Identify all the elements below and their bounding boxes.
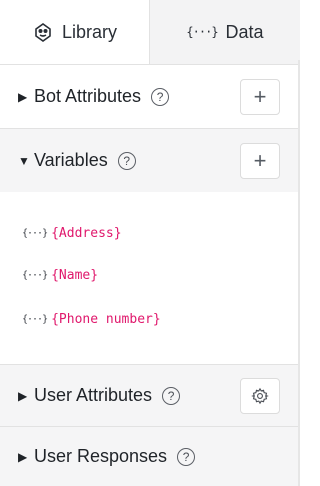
variable-name: {Name}	[51, 268, 99, 283]
variable-name: {Address}	[51, 226, 122, 241]
help-icon[interactable]: ?	[162, 386, 181, 405]
user-responses-section[interactable]: ▶ User Responses ?	[0, 426, 298, 486]
robot-head-icon	[32, 21, 54, 43]
dots-braces-icon: {···}	[186, 25, 218, 39]
tab-data[interactable]: {···} Data	[150, 0, 300, 64]
variables-section[interactable]: ▼ Variables ? +	[0, 128, 298, 192]
list-item[interactable]: {···} {Name}	[22, 268, 98, 283]
variables-title: Variables	[34, 150, 108, 170]
list-item[interactable]: {···} {Address}	[22, 226, 122, 241]
data-panel: Library {···} Data ▶ Bot Attributes ? + …	[0, 0, 300, 486]
tab-library-label: Library	[61, 21, 118, 42]
dots-braces-icon: {···}	[22, 270, 48, 281]
gear-icon	[251, 387, 269, 405]
help-icon[interactable]: ?	[151, 87, 170, 106]
add-variable-button[interactable]: +	[240, 143, 280, 179]
plus-icon: +	[253, 148, 267, 173]
list-item[interactable]: {···} {Phone number}	[22, 312, 161, 327]
caret-right-icon: ▶	[18, 89, 28, 104]
dots-braces-icon: {···}	[22, 228, 48, 239]
user-attributes-title: User Attributes	[34, 385, 153, 405]
variable-name: {Phone number}	[51, 312, 161, 327]
help-icon[interactable]: ?	[177, 447, 196, 466]
user-attributes-settings-button[interactable]	[240, 378, 280, 414]
add-bot-attribute-button[interactable]: +	[240, 79, 280, 115]
plus-icon: +	[253, 84, 267, 109]
caret-right-icon: ▶	[18, 388, 28, 403]
tab-library[interactable]: Library	[0, 0, 150, 64]
tab-data-label: Data	[225, 21, 264, 42]
caret-right-icon: ▶	[18, 449, 28, 464]
panel-divider	[298, 60, 300, 486]
user-responses-title: User Responses	[34, 446, 168, 466]
dots-braces-icon: {···}	[22, 314, 48, 325]
bot-attributes-title: Bot Attributes	[34, 86, 142, 106]
caret-down-icon: ▼	[18, 153, 30, 168]
user-attributes-section[interactable]: ▶ User Attributes ?	[0, 364, 298, 426]
help-icon[interactable]: ?	[117, 151, 136, 170]
variables-list: {···} {Address} {···} {Name} {···} {Phon…	[0, 192, 298, 364]
tab-bar: Library {···} Data	[0, 0, 300, 64]
bot-attributes-section[interactable]: ▶ Bot Attributes ? +	[0, 64, 298, 128]
